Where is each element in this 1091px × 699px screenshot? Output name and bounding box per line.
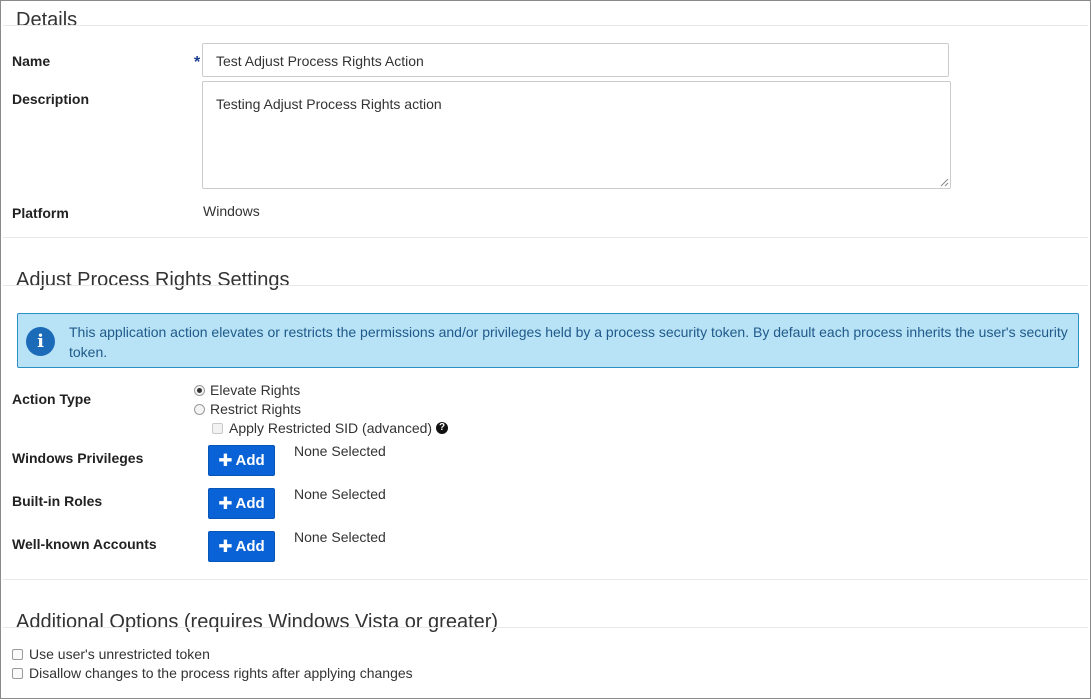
plus-icon: ✚ [218, 494, 233, 513]
elevate-rights-radio[interactable] [194, 384, 205, 396]
info-alert: i This application action elevates or re… [17, 313, 1079, 368]
restrict-rights-radio[interactable] [194, 403, 205, 415]
add-button-label: Add [235, 452, 265, 469]
builtin-roles-label: Built-in Roles [12, 493, 103, 509]
elevate-rights-option[interactable]: Elevate Rights [194, 382, 300, 398]
description-text: Testing Adjust Process Rights action [216, 96, 442, 112]
add-button-label: Add [235, 538, 265, 555]
description-label: Description [12, 91, 90, 107]
info-icon: i [26, 327, 55, 356]
add-builtin-roles-button[interactable]: ✚ Add [208, 488, 275, 519]
required-marker: * [194, 54, 201, 71]
add-button-label: Add [235, 495, 265, 512]
restricted-sid-option[interactable]: Apply Restricted SID (advanced) ? [212, 420, 449, 436]
restrict-rights-label: Restrict Rights [210, 401, 302, 417]
plus-icon: ✚ [218, 537, 233, 556]
resize-grip-icon[interactable] [940, 178, 949, 187]
name-input[interactable]: Test Adjust Process Rights Action [202, 43, 949, 77]
wellknown-accounts-label: Well-known Accounts [12, 536, 157, 552]
action-type-label: Action Type [12, 391, 92, 407]
details-divider [3, 25, 1088, 26]
description-textarea[interactable]: Testing Adjust Process Rights action [202, 81, 951, 189]
help-icon[interactable]: ? [436, 422, 449, 434]
restricted-sid-checkbox[interactable] [212, 422, 223, 434]
unrestricted-token-label: Use user's unrestricted token [29, 646, 210, 662]
windows-privileges-value: None Selected [294, 443, 386, 459]
disallow-changes-checkbox[interactable] [12, 667, 23, 679]
action-editor-panel: Details Name * Test Adjust Process Right… [0, 0, 1091, 699]
platform-value: Windows [203, 203, 260, 219]
restrict-rights-option[interactable]: Restrict Rights [194, 401, 301, 417]
disallow-changes-label: Disallow changes to the process rights a… [29, 665, 413, 681]
add-windows-privileges-button[interactable]: ✚ Add [208, 445, 275, 476]
wellknown-accounts-value: None Selected [294, 529, 386, 545]
restricted-sid-label: Apply Restricted SID (advanced) [229, 420, 433, 436]
name-label: Name [12, 53, 51, 69]
info-text: This application action elevates or rest… [69, 324, 1068, 360]
settings-divider [3, 285, 1088, 286]
add-wellknown-accounts-button[interactable]: ✚ Add [208, 531, 275, 562]
section-divider [3, 579, 1088, 580]
platform-label: Platform [12, 205, 69, 221]
disallow-changes-option[interactable]: Disallow changes to the process rights a… [12, 665, 413, 681]
settings-section-title: Adjust Process Rights Settings [16, 269, 290, 291]
section-divider [3, 237, 1088, 238]
elevate-rights-label: Elevate Rights [210, 382, 301, 398]
windows-privileges-label: Windows Privileges [12, 450, 144, 466]
plus-icon: ✚ [218, 451, 233, 470]
details-section-title: Details [16, 9, 78, 31]
additional-divider [3, 627, 1088, 628]
unrestricted-token-option[interactable]: Use user's unrestricted token [12, 646, 210, 662]
builtin-roles-value: None Selected [294, 486, 386, 502]
additional-options-title: Additional Options (requires Windows Vis… [16, 611, 499, 633]
unrestricted-token-checkbox[interactable] [12, 648, 23, 660]
